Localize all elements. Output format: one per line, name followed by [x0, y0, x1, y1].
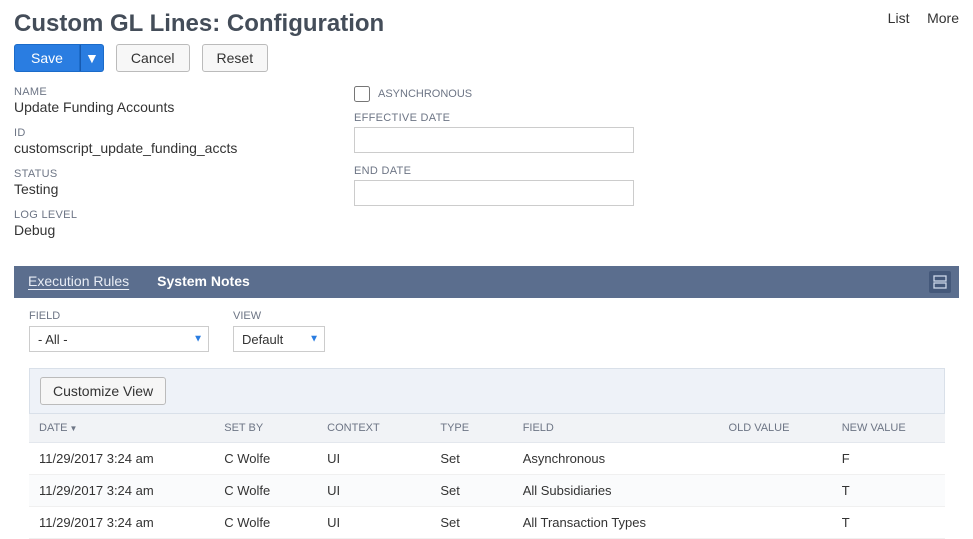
caret-down-icon: ▼	[85, 50, 99, 66]
col-field[interactable]: FIELD	[513, 414, 719, 443]
cell-context: UI	[317, 507, 430, 539]
cell-old-value	[719, 507, 832, 539]
reset-button[interactable]: Reset	[202, 44, 269, 72]
sort-desc-icon: ▼	[70, 424, 78, 433]
cell-new-value: F	[832, 443, 945, 475]
system-notes-table: DATE▼ SET BY CONTEXT TYPE FIELD OLD VALU…	[29, 414, 945, 539]
header-link-more[interactable]: More	[927, 10, 959, 26]
col-type[interactable]: TYPE	[430, 414, 512, 443]
col-old-value[interactable]: OLD VALUE	[719, 414, 832, 443]
effective-date-label: EFFECTIVE DATE	[354, 112, 654, 124]
status-label: STATUS	[14, 168, 314, 180]
customize-view-button[interactable]: Customize View	[40, 377, 166, 405]
end-date-input[interactable]	[354, 180, 634, 206]
col-new-value[interactable]: NEW VALUE	[832, 414, 945, 443]
cell-field: All Transaction Types	[513, 507, 719, 539]
effective-date-input[interactable]	[354, 127, 634, 153]
cell-set-by: C Wolfe	[214, 443, 317, 475]
cell-field: Asynchronous	[513, 443, 719, 475]
cell-type: Set	[430, 507, 512, 539]
id-value: customscript_update_funding_accts	[14, 140, 314, 156]
asynchronous-checkbox[interactable]	[354, 86, 370, 102]
asynchronous-label: ASYNCHRONOUS	[378, 88, 472, 100]
end-date-label: END DATE	[354, 165, 654, 177]
cell-field: All Subsidiaries	[513, 475, 719, 507]
panel-icon	[933, 275, 947, 289]
cell-old-value	[719, 475, 832, 507]
cell-context: UI	[317, 443, 430, 475]
col-context[interactable]: CONTEXT	[317, 414, 430, 443]
cell-date: 11/29/2017 3:24 am	[29, 443, 214, 475]
filter-field-label: FIELD	[29, 310, 209, 322]
filter-field-select[interactable]	[29, 326, 209, 352]
col-date[interactable]: DATE▼	[29, 414, 214, 443]
save-dropdown-button[interactable]: ▼	[80, 44, 104, 72]
tab-execution-rules[interactable]: Execution Rules	[28, 267, 143, 297]
tab-bar: Execution Rules System Notes	[14, 266, 959, 298]
cell-set-by: C Wolfe	[214, 507, 317, 539]
cell-type: Set	[430, 443, 512, 475]
expand-panel-button[interactable]	[929, 271, 951, 293]
cell-date: 11/29/2017 3:24 am	[29, 475, 214, 507]
name-value: Update Funding Accounts	[14, 99, 314, 115]
cell-new-value: T	[832, 507, 945, 539]
table-row: 11/29/2017 3:24 amC WolfeUISetAll Subsid…	[29, 475, 945, 507]
table-row: 11/29/2017 3:24 amC WolfeUISetAll Transa…	[29, 507, 945, 539]
loglevel-label: LOG LEVEL	[14, 209, 314, 221]
cell-date: 11/29/2017 3:24 am	[29, 507, 214, 539]
cell-context: UI	[317, 475, 430, 507]
status-value: Testing	[14, 181, 314, 197]
cell-type: Set	[430, 475, 512, 507]
name-label: NAME	[14, 86, 314, 98]
cell-old-value	[719, 443, 832, 475]
filter-view-label: VIEW	[233, 310, 325, 322]
id-label: ID	[14, 127, 314, 139]
filter-view-select[interactable]	[233, 326, 325, 352]
col-set-by[interactable]: SET BY	[214, 414, 317, 443]
loglevel-value: Debug	[14, 222, 314, 238]
table-row: 11/29/2017 3:24 amC WolfeUISetAsynchrono…	[29, 443, 945, 475]
tab-system-notes[interactable]: System Notes	[157, 267, 264, 297]
cell-new-value: T	[832, 475, 945, 507]
save-button[interactable]: Save	[14, 44, 80, 72]
page-title: Custom GL Lines: Configuration	[14, 10, 384, 38]
cell-set-by: C Wolfe	[214, 475, 317, 507]
cancel-button[interactable]: Cancel	[116, 44, 190, 72]
header-link-list[interactable]: List	[888, 10, 910, 26]
